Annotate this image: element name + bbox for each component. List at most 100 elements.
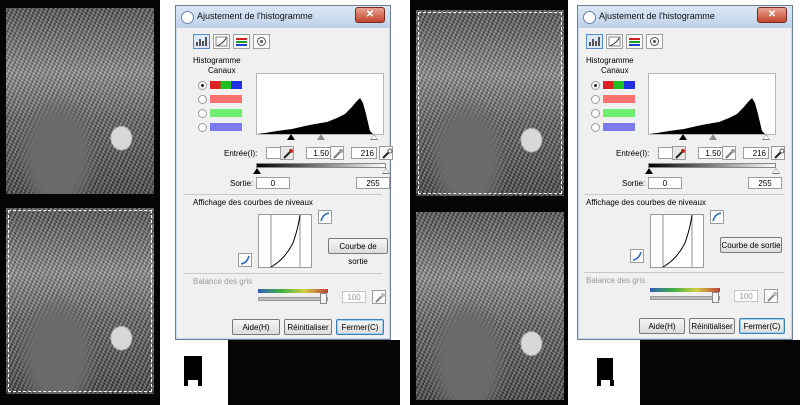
channel-green-radio[interactable]: [198, 109, 207, 118]
reset-button[interactable]: Réinitialiser: [284, 319, 332, 335]
close-button[interactable]: Fermer(C): [739, 318, 785, 334]
channel-red-swatch[interactable]: [210, 95, 242, 103]
film-frame-bottom-right: [416, 212, 564, 400]
balance-icon[interactable]: [626, 34, 643, 49]
channel-blue-radio[interactable]: [198, 123, 207, 132]
output-curve-button[interactable]: Courbe de sortie: [328, 238, 388, 266]
eyedropper-icon-balance[interactable]: [764, 289, 778, 303]
output-white-slider[interactable]: [382, 168, 390, 174]
eyedropper-icon-balance[interactable]: [372, 290, 386, 304]
output-white-field[interactable]: 255: [748, 177, 782, 189]
channel-red-swatch[interactable]: [603, 95, 635, 103]
histogram-icon[interactable]: [193, 34, 210, 49]
reset-curve-icon[interactable]: [630, 249, 644, 263]
eyedropper-icon-gray[interactable]: [722, 146, 736, 160]
titlebar[interactable]: Ajustement de l'histogramme ✕: [578, 6, 792, 28]
background-black-right: [640, 340, 800, 405]
background-black-left: [228, 340, 400, 405]
channel-blue-swatch[interactable]: [603, 123, 635, 131]
input-gamma-field[interactable]: 1.50: [698, 147, 724, 159]
curve-icon[interactable]: [213, 34, 230, 49]
dialog-title: Ajustement de l'histogramme: [599, 11, 715, 21]
input-label: Entrée(I):: [224, 149, 258, 158]
gray-balance-color-bar: [258, 289, 328, 293]
output-gradient-bar: [256, 163, 386, 168]
gray-balance-slider-thumb[interactable]: [712, 292, 719, 303]
output-label: Sortie:: [230, 179, 254, 188]
reset-button[interactable]: Réinitialiser: [689, 318, 735, 334]
gray-balance-label: Balance des gris: [193, 277, 253, 286]
input-white-field[interactable]: 216: [351, 147, 377, 159]
close-icon[interactable]: ✕: [355, 7, 385, 23]
output-black-field[interactable]: 0: [648, 177, 682, 189]
output-black-field[interactable]: 0: [256, 177, 290, 189]
section-histogram-label: Histogramme: [193, 56, 241, 65]
eyedropper-icon-black[interactable]: [280, 146, 294, 160]
channel-green-radio[interactable]: [591, 109, 600, 118]
input-gamma-slider[interactable]: [709, 134, 717, 140]
input-gamma-field[interactable]: 1.50: [306, 147, 332, 159]
input-white-point-slider[interactable]: [370, 134, 378, 140]
gray-balance-slider[interactable]: [650, 296, 720, 300]
separator: [184, 194, 382, 195]
histogram-graph: [256, 73, 384, 135]
channel-red-radio[interactable]: [198, 95, 207, 104]
channel-green-swatch[interactable]: [603, 109, 635, 117]
help-button[interactable]: Aide(H): [639, 318, 685, 334]
output-black-slider[interactable]: [645, 168, 653, 174]
curve-display-icon[interactable]: [710, 210, 724, 224]
eyedropper-icon-gray[interactable]: [330, 146, 344, 160]
input-black-point-slider[interactable]: [287, 134, 295, 140]
output-white-field[interactable]: 255: [356, 177, 390, 189]
channel-blue-swatch[interactable]: [210, 123, 242, 131]
curve-icon[interactable]: [606, 34, 623, 49]
input-black-point-slider[interactable]: [679, 134, 687, 140]
close-icon[interactable]: ✕: [757, 7, 787, 23]
histogram-graph: [648, 73, 776, 135]
gray-balance-color-bar: [650, 288, 720, 292]
levels-curve-graph: [258, 214, 312, 268]
input-gamma-slider[interactable]: [317, 134, 325, 140]
curve-display-icon[interactable]: [318, 210, 332, 224]
channel-blue-radio[interactable]: [591, 123, 600, 132]
artifact-right: [597, 358, 613, 380]
output-white-slider[interactable]: [772, 168, 780, 174]
channel-rgb-swatch[interactable]: [603, 81, 635, 89]
gray-balance-label: Balance des gris: [586, 276, 646, 285]
output-curve-button[interactable]: Courbe de sortie: [720, 237, 782, 253]
artifact-left: [184, 356, 202, 380]
help-button[interactable]: Aide(H): [232, 319, 280, 335]
eyedropper-icon-white[interactable]: [379, 146, 393, 160]
levels-curve-label: Affichage des courbes de niveaux: [193, 198, 313, 207]
titlebar[interactable]: Ajustement de l'histogramme ✕: [176, 6, 390, 28]
output-black-slider[interactable]: [253, 168, 261, 174]
channel-rgb-swatch[interactable]: [210, 81, 242, 89]
channel-red-radio[interactable]: [591, 95, 600, 104]
gray-balance-slider-thumb[interactable]: [320, 293, 327, 304]
histogram-icon[interactable]: [586, 34, 603, 49]
channel-rgb-radio[interactable]: [591, 81, 600, 90]
input-white-point-slider[interactable]: [762, 134, 770, 140]
channel-rgb-radio[interactable]: [198, 81, 207, 90]
levels-curve-graph: [650, 214, 704, 268]
eyedropper-icon-black[interactable]: [672, 146, 686, 160]
artifact-right-dot: [597, 380, 601, 386]
gray-balance-field[interactable]: 100: [342, 291, 366, 303]
settings-icon[interactable]: [646, 34, 663, 49]
gray-balance-slider[interactable]: [258, 297, 328, 301]
channel-green-swatch[interactable]: [210, 109, 242, 117]
eyedropper-icon-white[interactable]: [771, 146, 785, 160]
close-button[interactable]: Fermer(C): [336, 319, 384, 335]
input-white-field[interactable]: 216: [743, 147, 769, 159]
output-label: Sortie:: [622, 179, 646, 188]
balance-icon[interactable]: [233, 34, 250, 49]
histogram-dialog-right: Ajustement de l'histogramme ✕ Histogramm…: [577, 5, 793, 340]
gray-balance-field[interactable]: 100: [734, 290, 758, 302]
separator: [184, 273, 382, 274]
histogram-shape: [649, 98, 765, 134]
app-icon: [583, 11, 596, 24]
settings-icon[interactable]: [253, 34, 270, 49]
film-frame-bottom-left: [6, 208, 154, 394]
input-label: Entrée(I):: [616, 149, 650, 158]
reset-curve-icon[interactable]: [238, 253, 252, 267]
